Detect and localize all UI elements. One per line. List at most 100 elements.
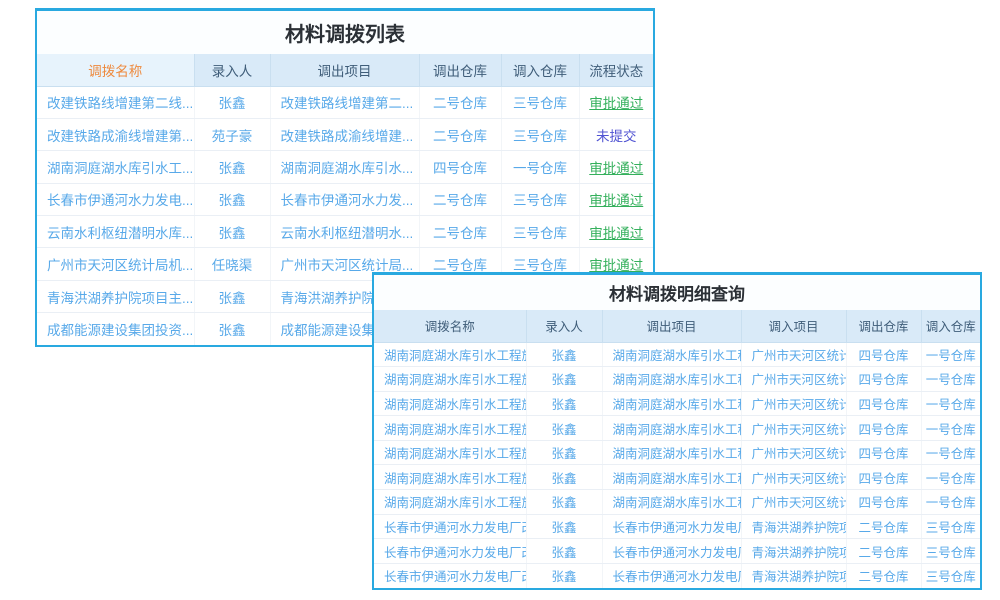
column-header-in-warehouse[interactable]: 调入仓库: [501, 54, 579, 86]
cell-name: 改建铁路成渝线增建第...: [37, 118, 194, 150]
cell-out-project: 改建铁路成渝线增建...: [270, 118, 419, 150]
cell-name: 云南水利枢纽潜明水库...: [37, 216, 194, 248]
cell-out-project: 长春市伊通河水力发电厂: [602, 514, 741, 539]
cell-out-wh: 四号仓库: [846, 367, 921, 392]
table-row[interactable]: 长春市伊通河水力发电厂改建工张鑫长春市伊通河水力发电厂青海洪湖养护院项目二号仓库…: [374, 563, 980, 588]
cell-in-project: 青海洪湖养护院项目: [741, 539, 846, 564]
cell-name: 湖南洞庭湖水库引水工程施工标: [374, 391, 526, 416]
column-header-out-project[interactable]: 调出项目: [602, 310, 741, 342]
cell-in-project: 广州市天河区统计局机关: [741, 490, 846, 515]
cell-name: 改建铁路线增建第二线...: [37, 86, 194, 118]
table-row[interactable]: 湖南洞庭湖水库引水工程施工标张鑫湖南洞庭湖水库引水工程施广州市天河区统计局机关四…: [374, 391, 980, 416]
cell-out-wh: 二号仓库: [419, 118, 501, 150]
cell-entry: 任晓渠: [194, 248, 270, 280]
cell-out-wh: 二号仓库: [419, 183, 501, 215]
cell-entry: 张鑫: [526, 416, 602, 441]
table-row[interactable]: 湖南洞庭湖水库引水工程施工标张鑫湖南洞庭湖水库引水工程施广州市天河区统计局机关四…: [374, 490, 980, 515]
cell-out-project: 湖南洞庭湖水库引水工程施: [602, 391, 741, 416]
cell-name: 湖南洞庭湖水库引水工程施工标: [374, 490, 526, 515]
cell-name: 长春市伊通河水力发电厂改建工: [374, 539, 526, 564]
transfer-detail-body: 湖南洞庭湖水库引水工程施工标张鑫湖南洞庭湖水库引水工程施广州市天河区统计局机关四…: [374, 342, 980, 588]
cell-in-wh: 三号仓库: [501, 118, 579, 150]
transfer-detail-window: 材料调拨明细查询 调拨名称 录入人 调出项目 调入项目 调出仓库 调入仓库 湖南…: [372, 272, 982, 590]
column-header-in-project[interactable]: 调入项目: [741, 310, 846, 342]
transfer-list-title: 材料调拨列表: [37, 11, 653, 54]
cell-in-wh: 一号仓库: [501, 151, 579, 183]
cell-name: 湖南洞庭湖水库引水工程施工标: [374, 342, 526, 367]
cell-out-wh: 四号仓库: [846, 490, 921, 515]
column-header-transfer-name[interactable]: 调拨名称: [374, 310, 526, 342]
cell-out-project: 改建铁路线增建第二...: [270, 86, 419, 118]
cell-status[interactable]: 审批通过: [579, 183, 653, 215]
cell-out-project: 湖南洞庭湖水库引水工程施: [602, 416, 741, 441]
cell-entry: 张鑫: [526, 490, 602, 515]
column-header-entry-person[interactable]: 录入人: [194, 54, 270, 86]
cell-out-project: 湖南洞庭湖水库引水工程施: [602, 342, 741, 367]
cell-entry: 张鑫: [194, 280, 270, 312]
cell-in-project: 广州市天河区统计局机关: [741, 367, 846, 392]
table-row[interactable]: 湖南洞庭湖水库引水工程施工标张鑫湖南洞庭湖水库引水工程施广州市天河区统计局机关四…: [374, 465, 980, 490]
cell-status[interactable]: 未提交: [579, 118, 653, 150]
cell-in-wh: 一号仓库: [921, 342, 980, 367]
cell-in-wh: 三号仓库: [921, 563, 980, 588]
cell-out-wh: 二号仓库: [419, 216, 501, 248]
cell-in-project: 广州市天河区统计局机关: [741, 391, 846, 416]
column-header-out-project[interactable]: 调出项目: [270, 54, 419, 86]
cell-out-project: 湖南洞庭湖水库引水工程施: [602, 440, 741, 465]
cell-out-wh: 二号仓库: [846, 563, 921, 588]
cell-entry: 张鑫: [526, 391, 602, 416]
cell-entry: 张鑫: [194, 183, 270, 215]
cell-in-wh: 一号仓库: [921, 367, 980, 392]
cell-name: 长春市伊通河水力发电厂改建工: [374, 563, 526, 588]
cell-name: 长春市伊通河水力发电...: [37, 183, 194, 215]
column-header-flow-status[interactable]: 流程状态: [579, 54, 653, 86]
cell-entry: 张鑫: [526, 342, 602, 367]
cell-status[interactable]: 审批通过: [579, 86, 653, 118]
cell-status[interactable]: 审批通过: [579, 216, 653, 248]
cell-entry: 张鑫: [526, 539, 602, 564]
table-row[interactable]: 改建铁路线增建第二线...张鑫改建铁路线增建第二...二号仓库三号仓库审批通过: [37, 86, 653, 118]
table-row[interactable]: 长春市伊通河水力发电厂改建工张鑫长春市伊通河水力发电厂青海洪湖养护院项目二号仓库…: [374, 514, 980, 539]
cell-entry: 张鑫: [526, 465, 602, 490]
cell-entry: 张鑫: [194, 151, 270, 183]
cell-out-project: 长春市伊通河水力发电厂: [602, 539, 741, 564]
column-header-out-warehouse[interactable]: 调出仓库: [419, 54, 501, 86]
column-header-entry-person[interactable]: 录入人: [526, 310, 602, 342]
table-row[interactable]: 湖南洞庭湖水库引水工程施工标张鑫湖南洞庭湖水库引水工程施广州市天河区统计局机关四…: [374, 440, 980, 465]
column-header-out-warehouse[interactable]: 调出仓库: [846, 310, 921, 342]
cell-in-wh: 三号仓库: [921, 514, 980, 539]
cell-in-wh: 三号仓库: [501, 86, 579, 118]
table-row[interactable]: 云南水利枢纽潜明水库...张鑫云南水利枢纽潜明水...二号仓库三号仓库审批通过: [37, 216, 653, 248]
cell-out-project: 湖南洞庭湖水库引水工程施: [602, 490, 741, 515]
cell-in-project: 广州市天河区统计局机关: [741, 440, 846, 465]
cell-out-project: 云南水利枢纽潜明水...: [270, 216, 419, 248]
table-row[interactable]: 湖南洞庭湖水库引水工程施工标张鑫湖南洞庭湖水库引水工程施广州市天河区统计局机关四…: [374, 342, 980, 367]
table-row[interactable]: 湖南洞庭湖水库引水工...张鑫湖南洞庭湖水库引水...四号仓库一号仓库审批通过: [37, 151, 653, 183]
cell-name: 青海洪湖养护院项目主...: [37, 280, 194, 312]
cell-entry: 张鑫: [194, 216, 270, 248]
cell-in-project: 广州市天河区统计局机关: [741, 342, 846, 367]
cell-entry: 苑子豪: [194, 118, 270, 150]
cell-in-project: 广州市天河区统计局机关: [741, 465, 846, 490]
cell-out-wh: 二号仓库: [419, 86, 501, 118]
column-header-transfer-name[interactable]: 调拨名称: [37, 54, 194, 86]
table-row[interactable]: 长春市伊通河水力发电...张鑫长春市伊通河水力发...二号仓库三号仓库审批通过: [37, 183, 653, 215]
cell-entry: 张鑫: [194, 86, 270, 118]
cell-name: 广州市天河区统计局机...: [37, 248, 194, 280]
table-row[interactable]: 长春市伊通河水力发电厂改建工张鑫长春市伊通河水力发电厂青海洪湖养护院项目二号仓库…: [374, 539, 980, 564]
cell-entry: 张鑫: [526, 514, 602, 539]
table-row[interactable]: 湖南洞庭湖水库引水工程施工标张鑫湖南洞庭湖水库引水工程施广州市天河区统计局机关四…: [374, 416, 980, 441]
cell-name: 湖南洞庭湖水库引水工程施工标: [374, 416, 526, 441]
cell-out-wh: 二号仓库: [846, 539, 921, 564]
cell-entry: 张鑫: [194, 313, 270, 345]
cell-in-wh: 三号仓库: [501, 216, 579, 248]
table-row[interactable]: 湖南洞庭湖水库引水工程施工标张鑫湖南洞庭湖水库引水工程施广州市天河区统计局机关四…: [374, 367, 980, 392]
cell-in-wh: 三号仓库: [921, 539, 980, 564]
table-row[interactable]: 改建铁路成渝线增建第...苑子豪改建铁路成渝线增建...二号仓库三号仓库未提交: [37, 118, 653, 150]
cell-out-wh: 二号仓库: [846, 514, 921, 539]
column-header-in-warehouse[interactable]: 调入仓库: [921, 310, 980, 342]
cell-status[interactable]: 审批通过: [579, 151, 653, 183]
cell-in-project: 广州市天河区统计局机关: [741, 416, 846, 441]
cell-name: 湖南洞庭湖水库引水工程施工标: [374, 465, 526, 490]
cell-out-project: 湖南洞庭湖水库引水工程施: [602, 367, 741, 392]
